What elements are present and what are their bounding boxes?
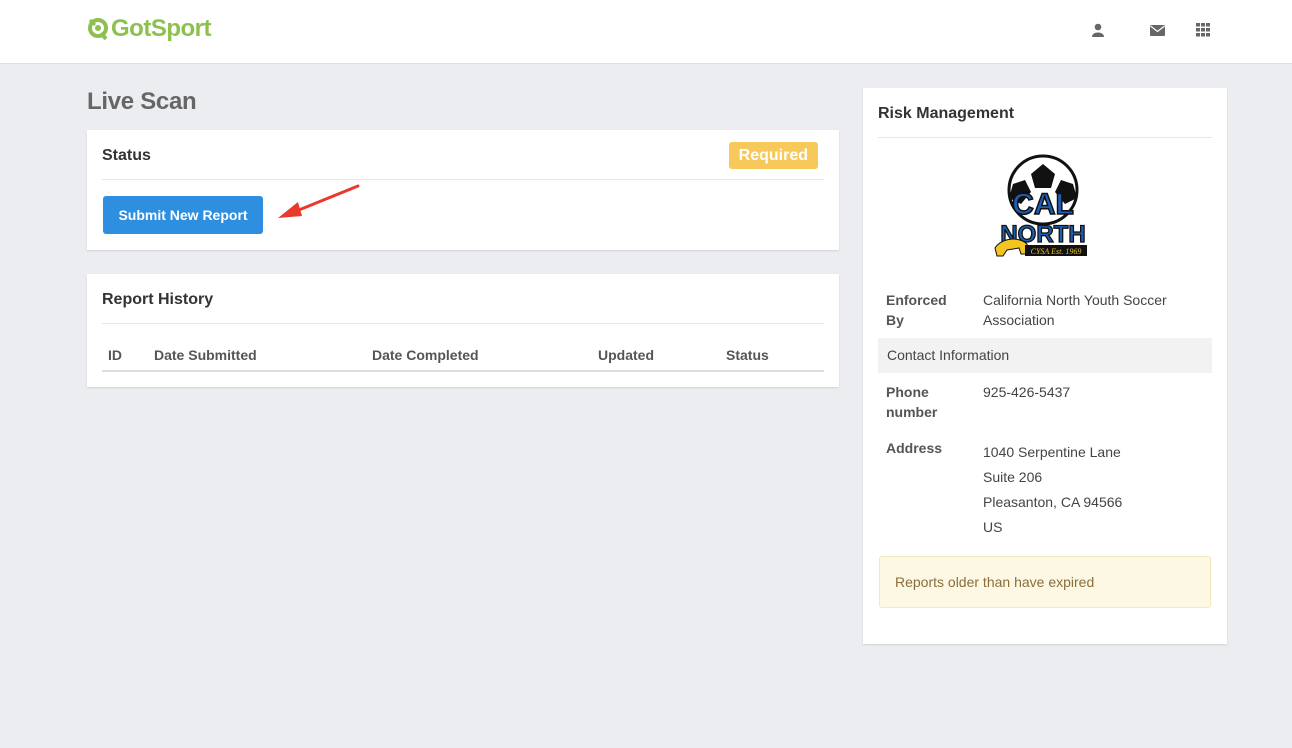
enforced-by-label: Enforced By: [886, 292, 947, 328]
column-header-date-completed[interactable]: Date Completed: [372, 347, 479, 363]
report-history-heading: Report History: [102, 291, 214, 308]
phone-number-value[interactable]: 925-426-5437: [983, 382, 1070, 402]
crest-tagline: CYSA Est. 1969: [1031, 247, 1082, 256]
apps-grid-icon[interactable]: [1180, 20, 1226, 40]
column-header-id[interactable]: ID: [108, 347, 122, 363]
contact-information-heading: Contact Information: [878, 338, 1212, 373]
address-label: Address: [886, 440, 943, 456]
status-heading: Status: [102, 147, 151, 164]
gotsport-logo-mark-icon: [88, 18, 108, 41]
status-badge: Required: [728, 142, 818, 169]
reports-expired-alert: Reports older than have expired: [879, 556, 1211, 608]
logo-text: GotSport: [111, 15, 211, 42]
page-title: Live Scan: [87, 88, 197, 115]
user-icon[interactable]: [1090, 20, 1106, 40]
address-value: 1040 Serpentine Lane Suite 206 Pleasanto…: [983, 444, 1123, 535]
annotation-arrow-icon: [278, 184, 360, 218]
enforced-by-value: California North Youth Soccer Associatio…: [983, 292, 1167, 328]
envelope-icon[interactable]: [1134, 20, 1180, 40]
submit-new-report-button[interactable]: Submit New Report: [103, 196, 263, 234]
report-history-card: Report History ID Date Submitted Date Co…: [87, 274, 839, 387]
table-header-underline: [102, 370, 824, 372]
cal-north-crest-logo: CAL NORTH CYSA Est. 1969: [994, 154, 1087, 257]
risk-management-heading: Risk Management: [878, 105, 1015, 122]
crest-text-cal: CAL: [1012, 188, 1074, 221]
phone-number-label: Phone number: [886, 384, 938, 420]
column-header-status[interactable]: Status: [726, 347, 769, 363]
column-header-date-submitted[interactable]: Date Submitted: [154, 347, 257, 363]
gotsport-logo[interactable]: GotSport: [87, 14, 211, 44]
nav-icons: [1090, 20, 1226, 40]
risk-management-card: Risk Management CAL NORTH CYSA Est. 1969…: [863, 88, 1227, 644]
top-navbar: GotSport: [0, 0, 1292, 64]
column-header-updated[interactable]: Updated: [598, 347, 654, 363]
status-card: Status Required Submit New Report: [87, 130, 839, 250]
status-divider: [102, 179, 824, 180]
risk-divider: [878, 137, 1212, 138]
history-divider: [102, 323, 824, 324]
